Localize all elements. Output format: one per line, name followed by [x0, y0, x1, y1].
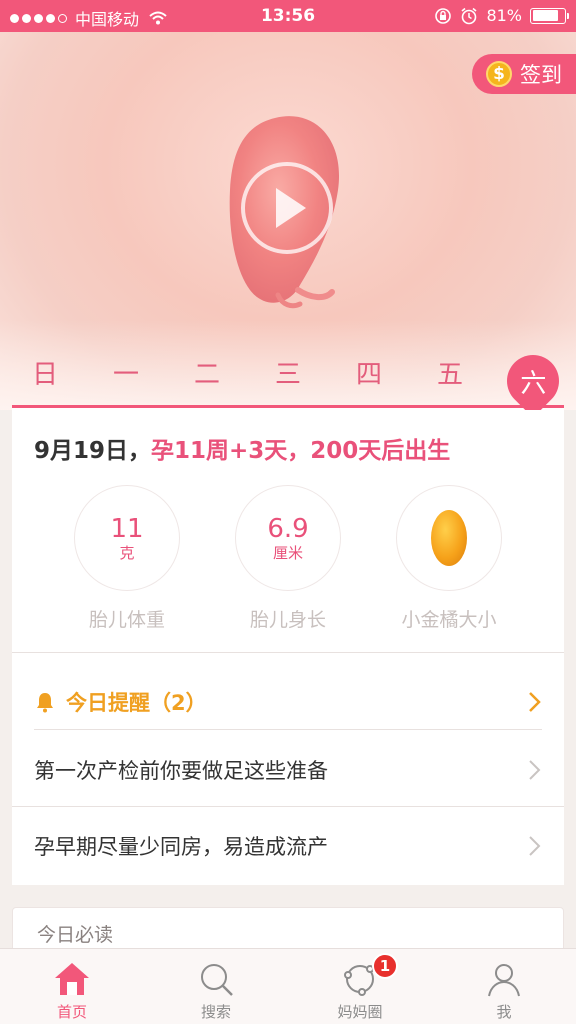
tab-home[interactable]: 首页 [0, 949, 144, 1024]
must-read-title: 今日必读 [37, 924, 114, 946]
stat-length-unit: 厘米 [272, 544, 303, 562]
stat-weight[interactable]: 11 克 胎儿体重 [74, 485, 180, 632]
status-right: 81% [434, 6, 569, 25]
search-icon [201, 964, 233, 996]
chevron-right-icon [529, 760, 541, 780]
status-bar: 中国移动 13:56 81% [0, 0, 576, 32]
stat-length[interactable]: 6.9 厘米 胎儿身长 [235, 485, 341, 632]
tab-bar: 首页 搜索 1 妈妈圈 我 [0, 948, 576, 1024]
tab-community-label: 妈妈圈 [337, 1003, 383, 1021]
day-wednesday[interactable]: 三 [263, 354, 313, 391]
coin-icon: $ [486, 61, 512, 87]
stat-weight-value: 11 [110, 514, 144, 544]
reminder-item-2[interactable]: 孕早期尽量少同房，易造成流产 [34, 821, 542, 871]
today-reminder-header[interactable]: 今日提醒（2） [34, 677, 542, 727]
selected-day-label: 六 [519, 368, 547, 399]
row-divider [34, 729, 542, 730]
profile-icon [488, 964, 520, 997]
alarm-icon [461, 7, 477, 24]
home-icon [55, 963, 89, 995]
day-thursday[interactable]: 四 [344, 354, 394, 391]
kumquat-image [431, 510, 467, 566]
play-video-button[interactable] [241, 162, 333, 254]
row-divider [12, 806, 564, 807]
stat-size-circle [396, 485, 502, 591]
pregnancy-status-line: 9月19日，孕11周+3天，200天后出生 [34, 431, 450, 465]
current-date: 9月19日， [34, 438, 152, 464]
battery-icon [530, 7, 569, 24]
tab-profile[interactable]: 我 [432, 949, 576, 1024]
bell-icon [37, 693, 53, 713]
section-divider [12, 652, 564, 653]
stat-size[interactable]: 小金橘大小 [396, 485, 502, 632]
chevron-right-icon [529, 692, 541, 712]
stat-length-value: 6.9 [267, 514, 309, 544]
day-monday[interactable]: 一 [101, 354, 151, 391]
day-tuesday[interactable]: 二 [182, 354, 232, 391]
play-icon [276, 188, 306, 228]
battery-percent: 81% [486, 6, 522, 25]
fetus-hero: $ 签到 日 一 二 三 四 五 六 [0, 32, 576, 410]
stat-length-label: 胎儿身长 [249, 609, 326, 631]
tab-search-label: 搜索 [200, 1003, 231, 1021]
reminder-item-1[interactable]: 第一次产检前你要做足这些准备 [34, 745, 542, 795]
rotation-lock-icon [435, 7, 452, 24]
stat-weight-unit: 克 [119, 544, 135, 562]
reminder-item-2-text: 孕早期尽量少同房，易造成流产 [34, 835, 328, 859]
day-sunday[interactable]: 日 [20, 354, 70, 391]
card-accent-line [12, 405, 564, 408]
tab-search[interactable]: 搜索 [144, 949, 288, 1024]
checkin-button[interactable]: $ 签到 [472, 54, 576, 94]
week-day-selector: 日 一 二 三 四 五 [0, 354, 576, 394]
reminder-item-1-text: 第一次产检前你要做足这些准备 [34, 759, 328, 783]
tab-home-label: 首页 [56, 1003, 87, 1021]
tab-profile-label: 我 [496, 1003, 512, 1021]
pregnancy-info-card: 9月19日，孕11周+3天，200天后出生 11 克 胎儿体重 6.9 厘米 胎… [12, 405, 564, 885]
chevron-right-icon [529, 836, 541, 856]
day-friday[interactable]: 五 [425, 354, 475, 391]
stat-size-label: 小金橘大小 [401, 609, 497, 631]
stat-length-circle: 6.9 厘米 [235, 485, 341, 591]
tab-community[interactable]: 1 妈妈圈 [288, 949, 432, 1024]
checkin-label: 签到 [520, 63, 562, 87]
notification-badge: 1 [372, 953, 398, 979]
stat-weight-circle: 11 克 [74, 485, 180, 591]
reminder-title: 今日提醒（2） [66, 691, 207, 715]
pregnancy-progress: 孕11周+3天，200天后出生 [151, 438, 451, 464]
stat-weight-label: 胎儿体重 [88, 609, 165, 631]
